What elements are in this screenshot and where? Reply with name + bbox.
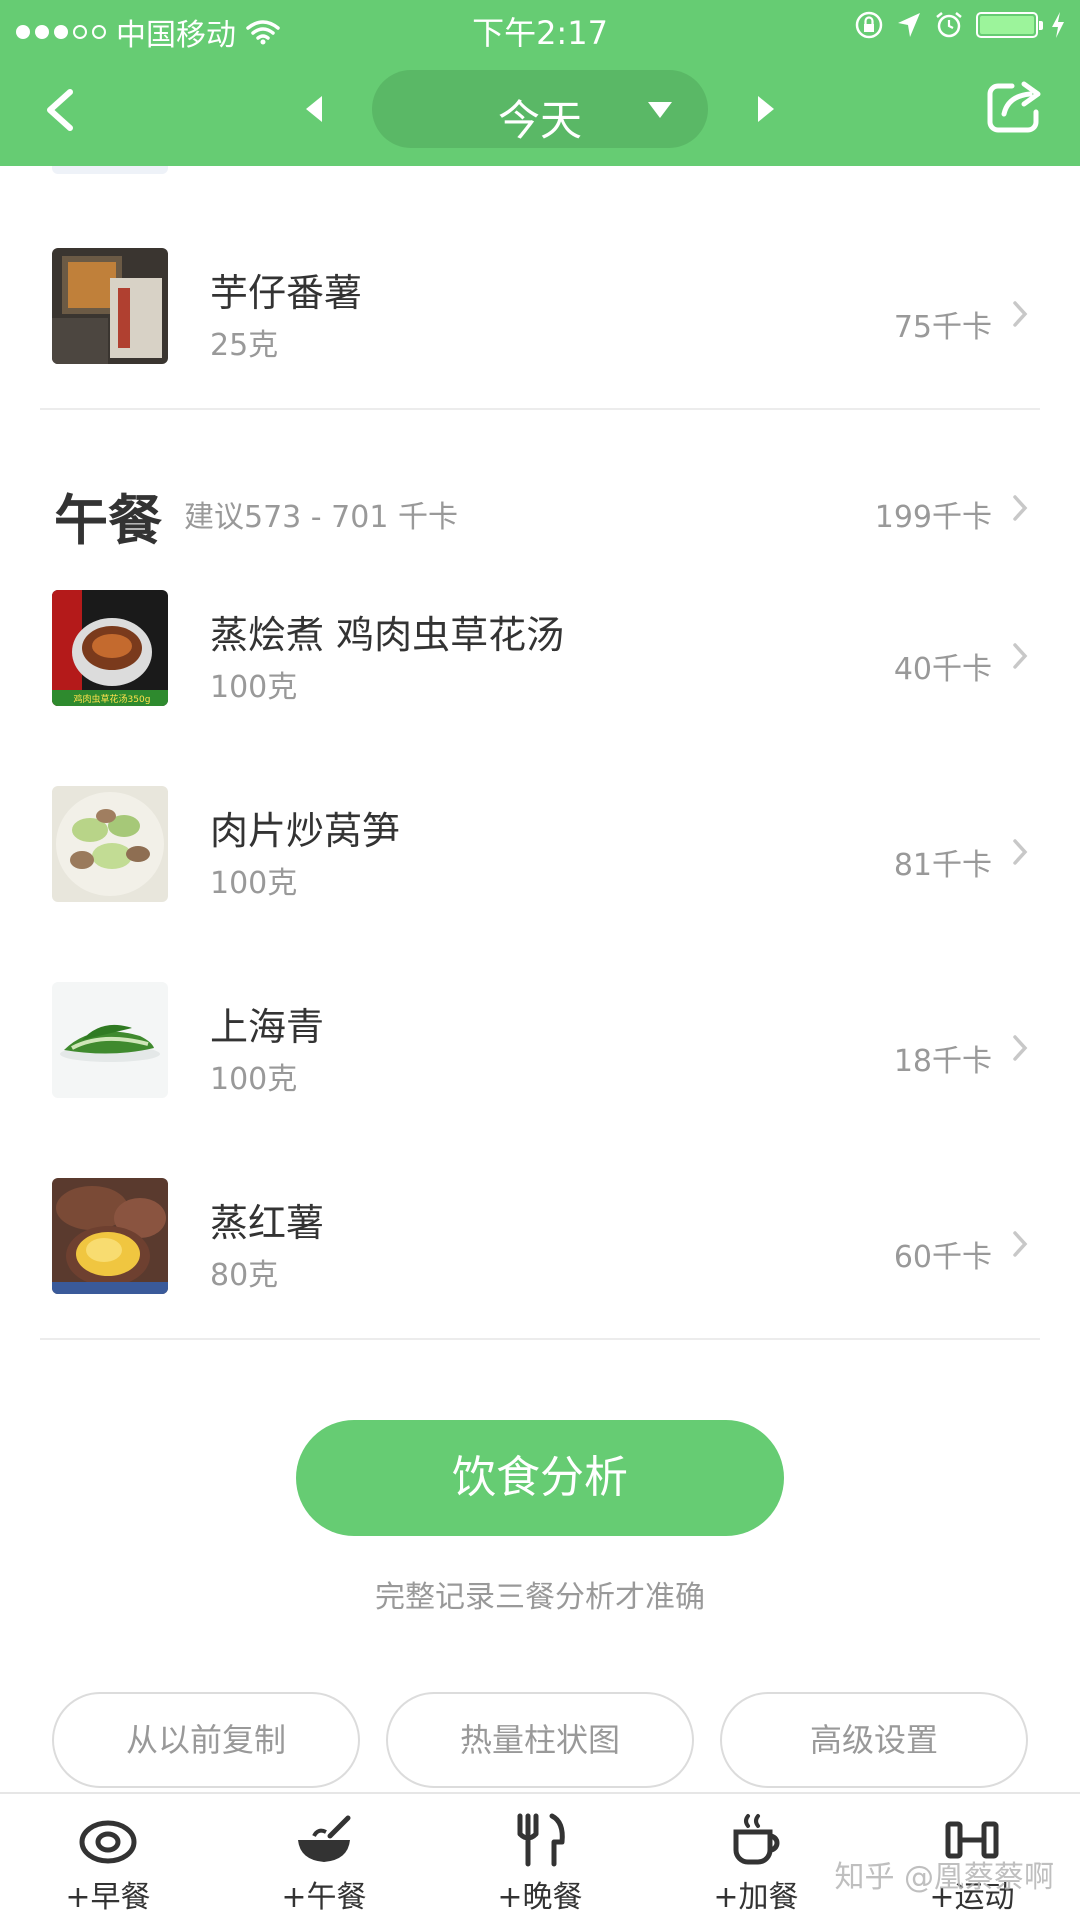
status-bar: 中国移动 下午2:17 [0, 0, 1080, 54]
food-calories: 60千卡 [893, 1240, 992, 1275]
section-divider [40, 1338, 1040, 1340]
food-name: 蒸红薯 [210, 1201, 325, 1245]
thumbnail-caption: 鸡肉虫草花汤350g [74, 693, 151, 705]
food-row[interactable]: 蒸红薯 80克 60千卡 [0, 1146, 1080, 1306]
food-thumbnail [52, 786, 168, 902]
caret-down-icon [648, 102, 672, 118]
tab-add-dinner[interactable]: +晚餐 [432, 1794, 648, 1920]
diet-analysis-button[interactable]: 饮食分析 [296, 1420, 784, 1536]
bowl-icon [298, 1815, 351, 1862]
back-chevron-icon[interactable] [36, 82, 92, 138]
location-icon [898, 13, 920, 37]
tab-add-snack[interactable]: +加餐 [648, 1794, 864, 1920]
food-name: 肉片炒莴笋 [210, 809, 401, 853]
meal-suggested-calories: 建议573 - 701 千卡 [184, 500, 458, 535]
next-day-arrow-icon[interactable] [752, 94, 780, 124]
tab-label: +午餐 [281, 1880, 367, 1915]
food-amount: 100克 [210, 1062, 298, 1097]
share-icon[interactable] [986, 80, 1044, 136]
meal-total-calories: 199千卡 [874, 500, 992, 535]
section-divider [40, 408, 1040, 410]
food-amount: 80克 [210, 1258, 279, 1293]
food-calories: 75千卡 [893, 310, 992, 345]
tab-add-breakfast[interactable]: +早餐 [0, 1794, 216, 1920]
food-calories: 18千卡 [893, 1044, 992, 1079]
tab-label: +晚餐 [497, 1880, 583, 1915]
food-calories: 40千卡 [893, 652, 992, 687]
food-thumbnail [52, 1178, 168, 1294]
charging-icon [1052, 12, 1064, 38]
analysis-hint: 完整记录三餐分析才准确 [375, 1580, 705, 1615]
chevron-right-icon [1013, 1035, 1028, 1061]
prev-day-arrow-icon[interactable] [300, 94, 328, 124]
app-header: 中国移动 下午2:17 今天 [0, 0, 1080, 166]
chevron-right-icon [1013, 643, 1028, 669]
food-thumbnail [52, 982, 168, 1098]
chevron-right-icon [1013, 1231, 1028, 1257]
tab-label: +加餐 [713, 1880, 799, 1915]
chevron-right-icon [1013, 839, 1028, 865]
calorie-chart-button[interactable]: 热量柱状图 [386, 1692, 694, 1788]
fork-knife-icon [517, 1813, 565, 1867]
food-row[interactable]: 肉片炒莴笋 100克 81千卡 [0, 754, 1080, 914]
chevron-right-icon [1013, 495, 1028, 521]
chevron-right-icon [1013, 301, 1028, 327]
food-name: 蒸烩煮 鸡肉虫草花汤 [210, 613, 565, 657]
action-buttons: 从以前复制 热量柱状图 高级设置 [0, 1692, 1080, 1788]
food-row[interactable]: 鸡肉虫草花汤350g 蒸烩煮 鸡肉虫草花汤 100克 40千卡 [0, 558, 1080, 718]
food-calories: 81千卡 [893, 848, 992, 883]
meal-title: 午餐 [54, 489, 162, 552]
battery-icon [976, 12, 1043, 38]
watermark: 知乎 @凰蔡蔡啊 [834, 1860, 1054, 1895]
alarm-icon [936, 12, 962, 38]
food-name: 上海青 [210, 1005, 325, 1049]
advanced-settings-button[interactable]: 高级设置 [720, 1692, 1028, 1788]
copy-from-previous-button[interactable]: 从以前复制 [52, 1692, 360, 1788]
date-selector[interactable]: 今天 [372, 70, 708, 148]
food-amount: 100克 [210, 866, 298, 901]
tab-label: +早餐 [65, 1880, 151, 1915]
meal-header-lunch[interactable]: 午餐 建议573 - 701 千卡 199千卡 [0, 476, 1080, 552]
food-row[interactable]: 上海青 100克 18千卡 [0, 950, 1080, 1110]
tab-add-lunch[interactable]: +午餐 [216, 1794, 432, 1920]
rotation-lock-icon [855, 11, 883, 39]
coffee-cup-icon [733, 1814, 780, 1865]
food-amount: 100克 [210, 670, 298, 705]
food-thumbnail [52, 248, 168, 364]
food-row[interactable]: 芋仔番薯 25克 75千卡 [0, 216, 1080, 376]
food-name: 芋仔番薯 [210, 271, 363, 315]
nav-bar: 今天 [0, 54, 1080, 166]
food-amount: 25克 [210, 328, 279, 363]
previous-item-thumb-edge [52, 166, 168, 174]
egg-icon [79, 1820, 137, 1864]
status-right [854, 10, 1066, 40]
food-thumbnail: 鸡肉虫草花汤350g [52, 590, 168, 706]
